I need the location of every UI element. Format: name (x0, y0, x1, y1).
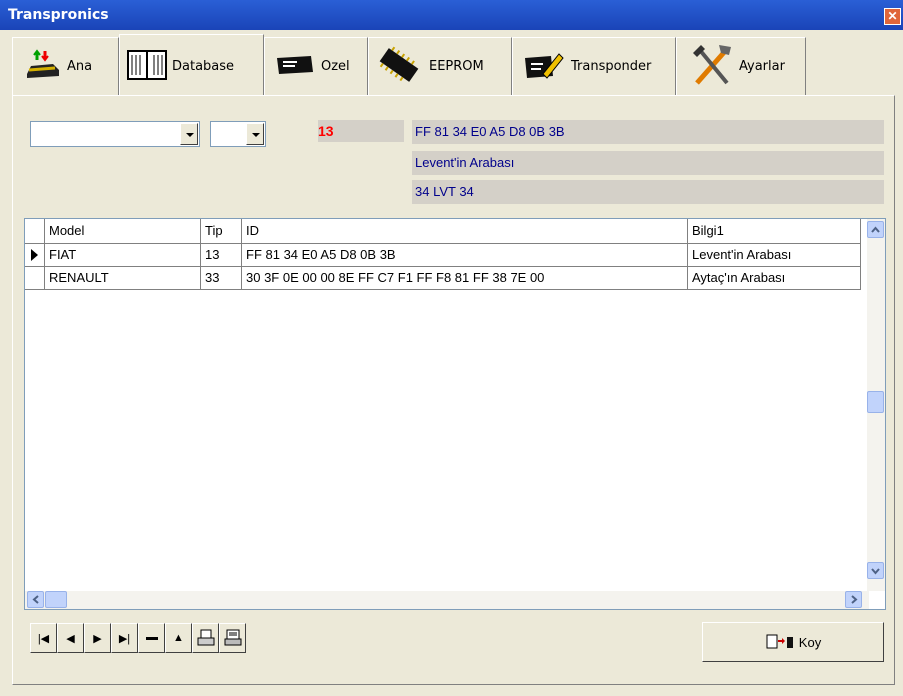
tab-transponder-label: Transponder (571, 59, 652, 74)
chevron-left-icon (32, 595, 39, 604)
last-icon: ▶| (118, 632, 131, 645)
title-bar[interactable]: Transpronics ✕ (0, 0, 903, 30)
prior-icon: ◀ (66, 632, 75, 645)
tab-ozel-label: Ozel (321, 59, 350, 74)
chevron-down-icon (871, 568, 880, 575)
first-record-button[interactable]: |◀ (30, 623, 57, 653)
table-row[interactable]: FIAT 13 FF 81 34 E0 A5 D8 0B 3B Levent'i… (25, 244, 861, 267)
last-record-button[interactable]: ▶| (111, 623, 138, 653)
row-indicator (25, 267, 45, 290)
cell-model[interactable]: RENAULT (45, 267, 201, 290)
bilgi1-display: Levent'in Arabası (412, 151, 884, 175)
next-icon: ▶ (93, 632, 102, 645)
tab-transponder[interactable]: Transponder (512, 37, 676, 95)
koy-button[interactable]: Koy (702, 622, 884, 662)
insert-record-icon (766, 634, 793, 649)
tab-ana[interactable]: Ana (12, 37, 119, 95)
car-icon (25, 48, 61, 85)
cell-id[interactable]: 30 3F 0E 00 00 8E FF C7 F1 FF F8 81 FF 3… (242, 267, 688, 290)
horizontal-scrollbar[interactable] (25, 591, 869, 609)
edit-record-button[interactable]: ▲ (165, 623, 192, 653)
records-grid[interactable]: Model Tip ID Bilgi1 FIAT 13 FF 81 34 E0 … (24, 218, 886, 610)
main-window: Transpronics ✕ Ana Database Ozel EEPROM … (0, 0, 903, 696)
tip-value: 13 (318, 123, 334, 139)
model-combo-value (31, 126, 34, 141)
tab-ana-label: Ana (67, 59, 93, 74)
chevron-up-icon (871, 226, 880, 233)
column-header-tip[interactable]: Tip (201, 219, 242, 244)
prior-record-button[interactable]: ◀ (57, 623, 84, 653)
tab-ayarlar-label: Ayarlar (739, 59, 785, 74)
print-button[interactable] (192, 623, 219, 653)
tip-display: 13 (318, 120, 404, 142)
model-combo[interactable] (30, 121, 200, 147)
id-display: FF 81 34 E0 A5 D8 0B 3B (412, 120, 884, 144)
db-navigator: |◀ ◀ ▶ ▶| ▲ (30, 623, 246, 653)
table-row[interactable]: RENAULT 33 30 3F 0E 00 00 8E FF C7 F1 FF… (25, 267, 861, 290)
tab-eeprom-label: EEPROM (429, 59, 484, 74)
tip-combo-value (211, 126, 214, 141)
printer-icon (197, 629, 214, 646)
scroll-down-button[interactable] (867, 562, 884, 579)
minus-icon (145, 636, 158, 640)
tab-eeprom[interactable]: EEPROM (368, 37, 512, 95)
koy-button-label: Koy (798, 634, 822, 650)
grid-header: Model Tip ID Bilgi1 (25, 219, 861, 244)
print-preview-button[interactable] (219, 623, 246, 653)
tab-database[interactable]: Database (119, 34, 264, 98)
close-button[interactable]: ✕ (884, 8, 901, 25)
horizontal-scroll-thumb[interactable] (45, 591, 67, 608)
cell-tip[interactable]: 13 (201, 244, 242, 267)
book-icon (126, 47, 168, 86)
cell-id[interactable]: FF 81 34 E0 A5 D8 0B 3B (242, 244, 688, 267)
next-record-button[interactable]: ▶ (84, 623, 111, 653)
triangle-right-icon (31, 249, 38, 261)
delete-record-button[interactable] (138, 623, 165, 653)
bilgi2-display: 34 LVT 34 (412, 180, 884, 204)
chevron-down-icon[interactable] (180, 123, 198, 145)
cell-bilgi1[interactable]: Levent'in Arabası (688, 244, 861, 267)
scroll-left-button[interactable] (27, 591, 44, 608)
cell-bilgi1[interactable]: Aytaç'ın Arabası (688, 267, 861, 290)
column-header-bilgi1[interactable]: Bilgi1 (688, 219, 861, 244)
header-indicator (25, 219, 45, 244)
cell-tip[interactable]: 33 (201, 267, 242, 290)
chevron-right-icon (851, 595, 858, 604)
row-indicator (25, 244, 45, 267)
print-preview-icon (224, 629, 241, 646)
key-card-icon (275, 50, 315, 83)
vertical-scrollbar[interactable] (867, 219, 885, 591)
tools-icon (691, 43, 733, 90)
window-title: Transpronics (8, 7, 109, 23)
column-header-id[interactable]: ID (242, 219, 688, 244)
pen-card-icon (523, 48, 565, 85)
chip-icon (375, 45, 423, 88)
triangle-up-icon: ▲ (173, 632, 184, 644)
tab-ozel[interactable]: Ozel (264, 37, 368, 95)
chevron-down-icon[interactable] (246, 123, 264, 145)
scroll-right-button[interactable] (845, 591, 862, 608)
vertical-scroll-thumb[interactable] (867, 391, 884, 413)
tip-combo[interactable] (210, 121, 266, 147)
scroll-up-button[interactable] (867, 221, 884, 238)
column-header-model[interactable]: Model (45, 219, 201, 244)
tab-ayarlar[interactable]: Ayarlar (676, 37, 806, 95)
cell-model[interactable]: FIAT (45, 244, 201, 267)
tab-database-label: Database (172, 59, 235, 74)
first-icon: |◀ (37, 632, 50, 645)
